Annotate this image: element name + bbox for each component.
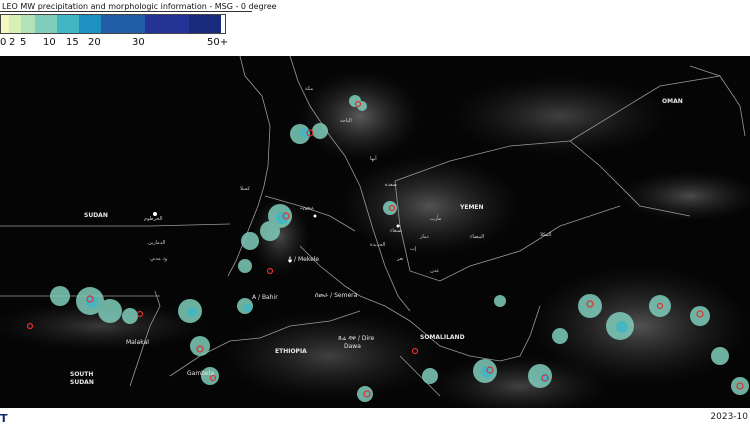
label-abha: أبها bbox=[370, 156, 377, 162]
label-yemen: YEMEN bbox=[460, 204, 484, 211]
label-malakal: Malakal bbox=[126, 339, 149, 346]
label-oman: OMAN bbox=[662, 98, 683, 105]
label-wad-madani: ود مدني bbox=[150, 256, 168, 262]
label-mekele: A / Mekele bbox=[288, 256, 320, 263]
label-ad-damazin: الدمازين bbox=[148, 240, 166, 246]
label-dhamar: ذمار bbox=[420, 234, 429, 240]
label-mukalla: المكلا bbox=[540, 232, 552, 238]
colorbar-segment bbox=[189, 15, 221, 33]
colorbar-tick-50-plus: 50+ bbox=[207, 37, 229, 48]
label-dire-dawa-2: Dawa bbox=[344, 343, 361, 350]
label-somaliland: SOMALILAND bbox=[420, 334, 465, 341]
label-south-sudan-1: SOUTH bbox=[70, 371, 94, 378]
timestamp: 2023-10 bbox=[710, 412, 748, 422]
label-taiz: تعز bbox=[397, 256, 404, 262]
label-saada: صعدة bbox=[385, 182, 397, 188]
label-south-sudan-2: SUDAN bbox=[70, 379, 94, 386]
label-sudan: SUDAN bbox=[84, 212, 108, 219]
colorbar-tick-5: 5 bbox=[20, 37, 27, 48]
label-gambela: Gambela bbox=[187, 370, 215, 377]
label-sanaa: صنعاء bbox=[390, 228, 403, 234]
colorbar-segment bbox=[35, 15, 57, 33]
label-bahir: A / Bahir bbox=[252, 294, 278, 301]
colorbar-segment bbox=[9, 15, 21, 33]
satellite-map[interactable]: SUDAN SOUTH SUDAN YEMEN OMAN ETHIOPIA SO… bbox=[0, 56, 750, 408]
colorbar-tick-20: 20 bbox=[88, 37, 101, 48]
colorbar-tick-0: 0 bbox=[0, 37, 7, 48]
label-marib: مأرب bbox=[430, 216, 442, 222]
page-title: LEO MW precipitation and morphologic inf… bbox=[2, 2, 277, 11]
footer: T 2023-10 bbox=[0, 408, 750, 430]
label-khartoum: الخرطوم bbox=[144, 216, 163, 222]
colorbar-tick-2: 2 bbox=[9, 37, 16, 48]
header: LEO MW precipitation and morphologic inf… bbox=[0, 0, 750, 56]
colorbar-segment bbox=[79, 15, 101, 33]
logo: T bbox=[0, 412, 8, 425]
colorbar-segment bbox=[21, 15, 35, 33]
colorbar-segment bbox=[57, 15, 79, 33]
colorbar-tick-10: 10 bbox=[43, 37, 56, 48]
label-ethiopia: ETHIOPIA bbox=[275, 348, 307, 355]
label-semera: ሰመራ / Semera bbox=[315, 292, 358, 299]
label-hodeidah: الحديدة bbox=[370, 242, 386, 248]
colorbar-tick-15: 15 bbox=[66, 37, 79, 48]
label-ibb: إب bbox=[410, 246, 417, 252]
colorbar-segment bbox=[1, 15, 9, 33]
cloud-cover bbox=[0, 71, 750, 408]
colorbar-segment bbox=[145, 15, 189, 33]
colorbar-segment bbox=[101, 15, 145, 33]
title-divider bbox=[0, 11, 252, 12]
label-dire-dawa-1: ድሬ ዳዋ / Dire bbox=[338, 335, 375, 342]
precipitation-colorbar bbox=[0, 14, 226, 34]
map-layer bbox=[0, 56, 750, 408]
label-asmara: ኣስመራ bbox=[300, 206, 314, 212]
label-kassala: كسلا bbox=[240, 186, 250, 192]
label-albaha: الباحة bbox=[340, 118, 352, 124]
label-bayda: البيضاء bbox=[470, 234, 485, 240]
label-aden: عدن bbox=[430, 268, 440, 274]
colorbar-tick-30: 30 bbox=[132, 37, 145, 48]
label-mecca: مكة bbox=[305, 86, 314, 92]
